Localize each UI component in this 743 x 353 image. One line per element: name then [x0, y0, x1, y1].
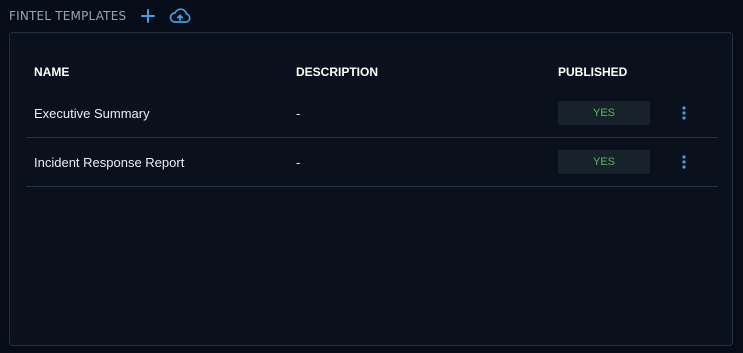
column-header-published[interactable]: PUBLISHED	[558, 65, 627, 79]
template-description: -	[296, 105, 301, 121]
row-menu-button[interactable]	[674, 103, 694, 123]
row-menu-button[interactable]	[674, 152, 694, 172]
add-template-button[interactable]	[140, 8, 156, 24]
upload-template-button[interactable]	[168, 7, 192, 25]
template-name: Executive Summary	[34, 105, 150, 121]
kebab-menu-icon	[682, 106, 686, 120]
template-name: Incident Response Report	[34, 154, 185, 170]
section-header: FINTEL TEMPLATES	[9, 5, 192, 27]
table-row[interactable]: Executive Summary - YES	[26, 89, 718, 138]
templates-table: NAME DESCRIPTION PUBLISHED Executive Sum…	[26, 53, 718, 187]
table-row[interactable]: Incident Response Report - YES	[26, 138, 718, 187]
published-badge: YES	[558, 150, 650, 174]
column-header-name[interactable]: NAME	[34, 65, 69, 79]
table-header: NAME DESCRIPTION PUBLISHED	[26, 53, 718, 89]
templates-panel: NAME DESCRIPTION PUBLISHED Executive Sum…	[9, 32, 733, 346]
column-header-description[interactable]: DESCRIPTION	[296, 65, 378, 79]
plus-icon	[141, 9, 156, 23]
section-title: FINTEL TEMPLATES	[9, 9, 127, 23]
cloud-upload-icon	[169, 8, 191, 23]
template-description: -	[296, 154, 301, 170]
published-badge: YES	[558, 101, 650, 125]
fintel-templates-page: FINTEL TEMPLATES NAME DESCRIPTION PUBLIS…	[0, 0, 743, 353]
kebab-menu-icon	[682, 155, 686, 169]
